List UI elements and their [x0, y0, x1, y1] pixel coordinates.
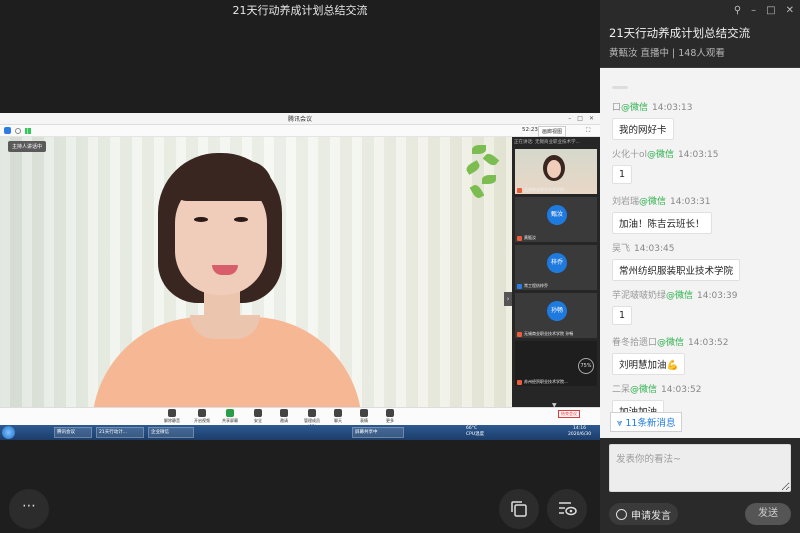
more-icon: ⋯: [22, 498, 36, 514]
message-bubble: 1: [612, 306, 633, 325]
share-screen-button: 共享屏幕: [218, 409, 242, 424]
speech-bubble-icon: [616, 508, 627, 520]
video-area: 21天行动养成计划总结交流 腾讯会议 – □ ✕ 52:23 画廊视图 ⛶ 主持人讲…: [0, 0, 600, 533]
message-bubble: 常州纺织服装职业技术学院: [612, 259, 741, 281]
participant-thumb: 无锡商业职业技术学院...: [515, 149, 597, 194]
speaker-person: [92, 147, 380, 407]
more-icon: [386, 409, 394, 417]
new-messages-button[interactable]: ⩔ 11条新消息: [610, 412, 683, 432]
chat-message: 吴飞 14:03:45 常州纺织服装职业技术学院: [612, 241, 741, 281]
message-bubble: 1: [612, 165, 633, 184]
window-controls: ⚲ – □ ✕: [734, 5, 794, 16]
participant-sidebar: 正在讲话: 无锡商业职业技术学... 无锡商业职业技术学院... 甄汝 黄甄汝 …: [512, 137, 600, 409]
panel-subtitle: 黄甄汝 直播中 | 148人观看: [609, 48, 725, 59]
send-button[interactable]: 发送: [745, 503, 791, 525]
meeting-titlebar: 腾讯会议 – □ ✕: [0, 113, 600, 125]
meeting-title: 腾讯会议: [287, 116, 312, 123]
fullscreen-icon: ⛶: [586, 127, 591, 134]
shield-icon: [4, 127, 11, 134]
shield-icon: [254, 409, 262, 417]
speaker-tag: 主持人讲话中: [8, 141, 47, 152]
app-window: 21天行动养成计划总结交流 腾讯会议 – □ ✕ 52:23 画廊视图 ⛶ 主持人讲…: [0, 0, 800, 533]
pin-icon[interactable]: ⚲: [734, 5, 741, 16]
close-icon[interactable]: ✕: [786, 5, 794, 16]
camera-icon: [198, 409, 206, 417]
plant-decoration: [462, 141, 502, 201]
video-button: 开启视频: [190, 409, 214, 424]
meeting-info-bar: 52:23 画廊视图 ⛶: [0, 125, 600, 137]
collapse-sidebar-button: ›: [504, 292, 512, 306]
end-meeting-button: 结束会议: [558, 410, 580, 418]
more-options-button[interactable]: ⋯: [9, 489, 49, 529]
main-speaker-video: 主持人讲话中 ›: [0, 137, 512, 407]
meeting-timer: 52:23: [522, 127, 538, 133]
taskbar-item: 腾讯会议: [54, 427, 92, 438]
apply-speak-button[interactable]: 申请发言: [609, 503, 678, 525]
chat-list[interactable]: 口@微信 14:03:13 我的网好卡 火化十ol@微信 14:03:15 1 刘岩…: [600, 68, 800, 438]
tray-clock: 14:16 2020/6/30: [568, 426, 592, 437]
comment-input-wrapper: [609, 444, 791, 492]
taskbar-item: 企业微信: [148, 427, 194, 438]
speaking-now-label: 正在讲话: 无锡商业职业技术学...: [514, 140, 580, 145]
message-bubble: 加油！陈吉云班长！: [612, 212, 712, 234]
windows-taskbar: 腾讯会议 21天行动计... 企业微信 屏幕共享中 66°C CPU温度 14:…: [0, 425, 600, 440]
chat-icon: [334, 409, 342, 417]
view-mode-button[interactable]: [547, 489, 587, 529]
maximize-icon[interactable]: □: [766, 5, 775, 16]
gallery-view-button: 画廊视图: [538, 126, 567, 137]
avatar: 甄汝: [547, 205, 567, 225]
panel-title: 21天行动养成计划总结交流: [609, 26, 751, 40]
chat-message: 芋泥啵啵奶绿@微信 14:03:39 1: [612, 288, 737, 325]
avatar: 梓乔: [547, 253, 567, 273]
comment-input[interactable]: [610, 445, 790, 491]
taskbar-item: 21天行动计...: [96, 427, 144, 438]
meeting-toolbar: 解除静音 开启视频 共享屏幕 安全 邀请 管理成员(23) 聊天 表情 更多 结…: [0, 407, 600, 429]
chat-message: 口@微信 14:03:13 我的网好卡: [612, 100, 692, 140]
invite-button: 邀请: [272, 409, 296, 424]
chat-message: 火化十ol@微信 14:03:15 1: [612, 147, 718, 184]
scroll-indicator: [612, 86, 628, 89]
members-icon: [308, 409, 316, 417]
switch-window-icon: [511, 501, 527, 517]
stream-title: 21天行动养成计划总结交流: [232, 4, 368, 17]
view-mode-icon: [559, 502, 577, 516]
invite-icon: [280, 409, 288, 417]
message-bubble: 刘明慧加油💪: [612, 353, 686, 375]
more-button: 更多: [378, 409, 402, 424]
switch-window-button[interactable]: [499, 489, 539, 529]
chat-message: 眷冬拾遗口@微信 14:03:52 刘明慧加油💪: [612, 335, 728, 375]
participant-thumb: 75% 苏州经贸职业技术学院...: [515, 341, 597, 386]
emoji-icon: [360, 409, 368, 417]
share-icon: [226, 409, 234, 417]
info-icon: [15, 128, 21, 134]
participant-thumb: 甄汝 黄甄汝: [515, 197, 597, 242]
shared-screen[interactable]: 腾讯会议 – □ ✕ 52:23 画廊视图 ⛶ 主持人讲话中 › 正在讲话: 无…: [0, 113, 600, 440]
minimize-icon[interactable]: –: [751, 5, 756, 16]
progress-ring: 75%: [578, 358, 594, 374]
participant-thumb: 孙畅 无锡商业职业技术学院 孙畅: [515, 293, 597, 338]
signal-icon: [25, 128, 31, 134]
chat-panel: ⚲ – □ ✕ 21天行动养成计划总结交流 黄甄汝 直播中 | 148人观看 口…: [600, 0, 800, 533]
unmute-button: 解除静音: [160, 409, 184, 424]
chat-button: 聊天: [326, 409, 350, 424]
participant-thumb: 梓乔 常工程纺梓乔: [515, 245, 597, 290]
emoji-button: 表情: [352, 409, 376, 424]
chat-message: 刘岩瑞@微信 14:03:31 加油！陈吉云班长！: [612, 194, 712, 234]
meeting-window-controls: – □ ✕: [568, 115, 594, 122]
start-icon: [2, 426, 15, 439]
avatar: 孙畅: [547, 301, 567, 321]
message-bubble: 我的网好卡: [612, 118, 674, 140]
mic-icon: [168, 409, 176, 417]
taskbar-item: 屏幕共享中: [352, 427, 404, 438]
tray-temperature: 66°C CPU温度: [466, 426, 485, 437]
security-button: 安全: [246, 409, 270, 424]
